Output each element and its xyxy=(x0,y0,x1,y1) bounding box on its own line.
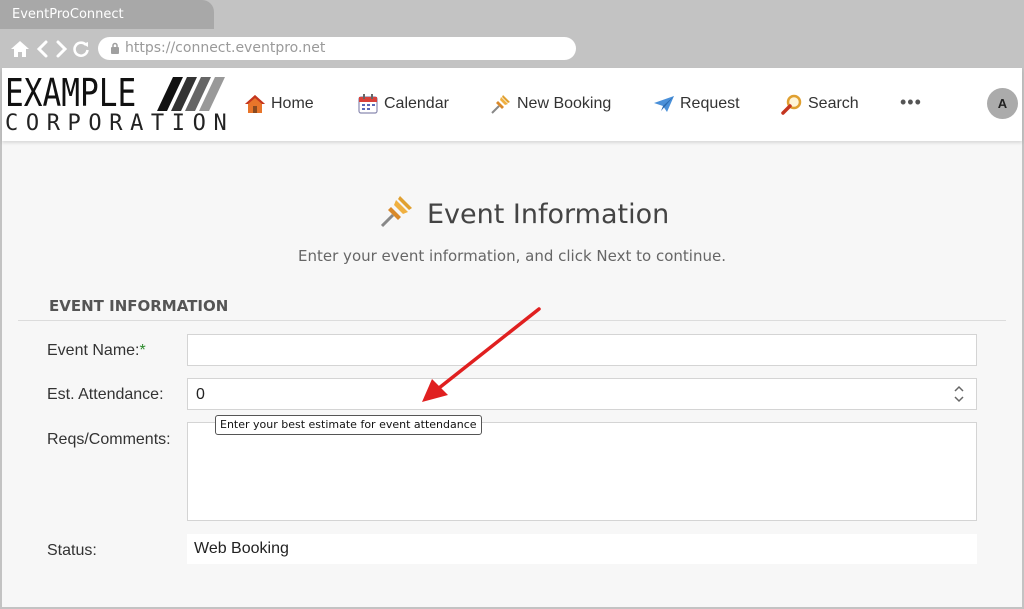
nav-request-label: Request xyxy=(680,95,740,112)
paper-plane-icon xyxy=(654,96,674,112)
status-label: Status: xyxy=(47,542,97,559)
attendance-input[interactable]: 0 xyxy=(187,378,977,410)
chevron-up-icon xyxy=(954,385,964,392)
home-icon[interactable] xyxy=(10,39,30,59)
nav-search-label: Search xyxy=(808,95,859,112)
address-bar[interactable]: https://connect.eventpro.net xyxy=(98,37,576,60)
nav-new-booking-label: New Booking xyxy=(517,95,612,112)
more-menu-button[interactable]: ••• xyxy=(900,92,922,113)
nav-home-label: Home xyxy=(271,95,314,112)
attendance-label: Est. Attendance: xyxy=(47,386,164,403)
chevron-down-icon xyxy=(954,396,964,403)
section-title: EVENT INFORMATION xyxy=(49,297,229,315)
browser-tab[interactable]: EventProConnect xyxy=(0,0,214,29)
nav-calendar[interactable]: Calendar xyxy=(357,93,449,115)
pushpin-icon xyxy=(491,95,510,114)
event-name-input[interactable] xyxy=(187,334,977,366)
page-subtitle: Enter your event information, and click … xyxy=(298,247,726,265)
nav-home[interactable]: Home xyxy=(244,93,314,115)
page-title: Event Information xyxy=(427,199,670,230)
back-icon[interactable] xyxy=(33,39,53,59)
reload-icon[interactable] xyxy=(71,39,91,59)
url-text: https://connect.eventpro.net xyxy=(125,40,326,56)
status-field: Web Booking xyxy=(187,534,977,564)
nav-new-booking[interactable]: New Booking xyxy=(490,93,611,115)
logo-top-text: EXAMPLE xyxy=(5,71,137,115)
nav-calendar-label: Calendar xyxy=(384,95,449,112)
tab-title: EventProConnect xyxy=(12,7,124,22)
pushpin-icon xyxy=(380,196,412,228)
attendance-value: 0 xyxy=(196,386,205,403)
magnifier-icon xyxy=(781,94,802,115)
event-name-label: Event Name:* xyxy=(47,342,146,360)
browser-chrome: EventProConnect https://connect.eventpro… xyxy=(0,0,1024,68)
forward-icon[interactable] xyxy=(51,39,71,59)
lock-icon xyxy=(111,42,119,54)
logo-stripes xyxy=(157,77,225,111)
app-header: EXAMPLE CORPORATION Home Calendar New Bo… xyxy=(2,68,1022,141)
nav-request[interactable]: Request xyxy=(653,93,740,115)
nav-search[interactable]: Search xyxy=(781,93,859,115)
required-mark: * xyxy=(139,342,146,359)
number-spinner[interactable] xyxy=(952,383,966,405)
main-content: Event Information Enter your event infor… xyxy=(2,141,1022,607)
user-avatar[interactable]: A xyxy=(987,88,1018,119)
logo-bottom-text: CORPORATION xyxy=(5,111,235,136)
attendance-tooltip: Enter your best estimate for event atten… xyxy=(215,415,482,435)
house-icon xyxy=(245,95,265,113)
status-value: Web Booking xyxy=(194,540,289,557)
comments-textarea[interactable] xyxy=(187,422,977,521)
comments-label: Reqs/Comments: xyxy=(47,431,171,448)
event-name-label-text: Event Name: xyxy=(47,342,140,359)
section-divider xyxy=(18,320,1006,321)
calendar-icon xyxy=(358,94,378,114)
